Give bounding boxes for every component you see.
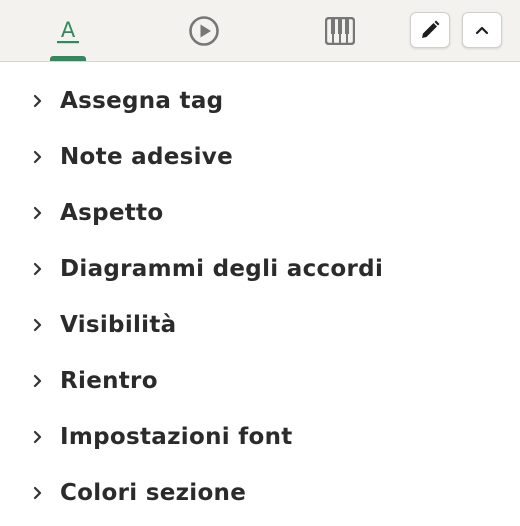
menu-item-visibilita[interactable]: Visibilità bbox=[0, 297, 520, 353]
settings-menu: Assegna tag Note adesive Aspetto Diagram… bbox=[0, 73, 520, 521]
tab-playback[interactable] bbox=[174, 0, 234, 62]
chevron-right-icon bbox=[32, 206, 44, 220]
chevron-up-icon bbox=[475, 26, 489, 35]
collapse-button[interactable] bbox=[462, 12, 502, 48]
play-circle-icon bbox=[189, 16, 219, 46]
menu-item-aspetto[interactable]: Aspetto bbox=[0, 185, 520, 241]
svg-text:A: A bbox=[61, 18, 76, 42]
text-format-icon: A bbox=[57, 18, 79, 44]
chevron-right-icon bbox=[32, 318, 44, 332]
toolbar: A bbox=[0, 0, 520, 62]
menu-item-label: Assegna tag bbox=[60, 88, 224, 114]
piano-keys-icon bbox=[325, 17, 355, 45]
menu-item-note-adesive[interactable]: Note adesive bbox=[0, 129, 520, 185]
chevron-right-icon bbox=[32, 262, 44, 276]
menu-item-diagrammi-accordi[interactable]: Diagrammi degli accordi bbox=[0, 241, 520, 297]
tab-text-format[interactable]: A bbox=[38, 0, 98, 62]
chevron-right-icon bbox=[32, 150, 44, 164]
menu-item-rientro[interactable]: Rientro bbox=[0, 353, 520, 409]
pencil-icon bbox=[422, 20, 440, 38]
menu-item-label: Rientro bbox=[60, 368, 158, 394]
menu-item-label: Colori sezione bbox=[60, 480, 247, 506]
menu-item-label: Diagrammi degli accordi bbox=[60, 256, 384, 282]
menu-item-colori-sezione[interactable]: Colori sezione bbox=[0, 465, 520, 521]
chevron-right-icon bbox=[32, 486, 44, 500]
active-tab-indicator bbox=[50, 56, 86, 61]
menu-item-assegna-tag[interactable]: Assegna tag bbox=[0, 73, 520, 129]
menu-item-label: Visibilità bbox=[60, 312, 177, 338]
tab-piano[interactable] bbox=[310, 0, 370, 62]
edit-button[interactable] bbox=[410, 12, 450, 48]
chevron-right-icon bbox=[32, 430, 44, 444]
chevron-right-icon bbox=[32, 94, 44, 108]
menu-item-label: Aspetto bbox=[60, 200, 164, 226]
menu-item-label: Impostazioni font bbox=[60, 424, 293, 450]
menu-item-label: Note adesive bbox=[60, 144, 234, 170]
menu-item-impostazioni-font[interactable]: Impostazioni font bbox=[0, 409, 520, 465]
chevron-right-icon bbox=[32, 374, 44, 388]
